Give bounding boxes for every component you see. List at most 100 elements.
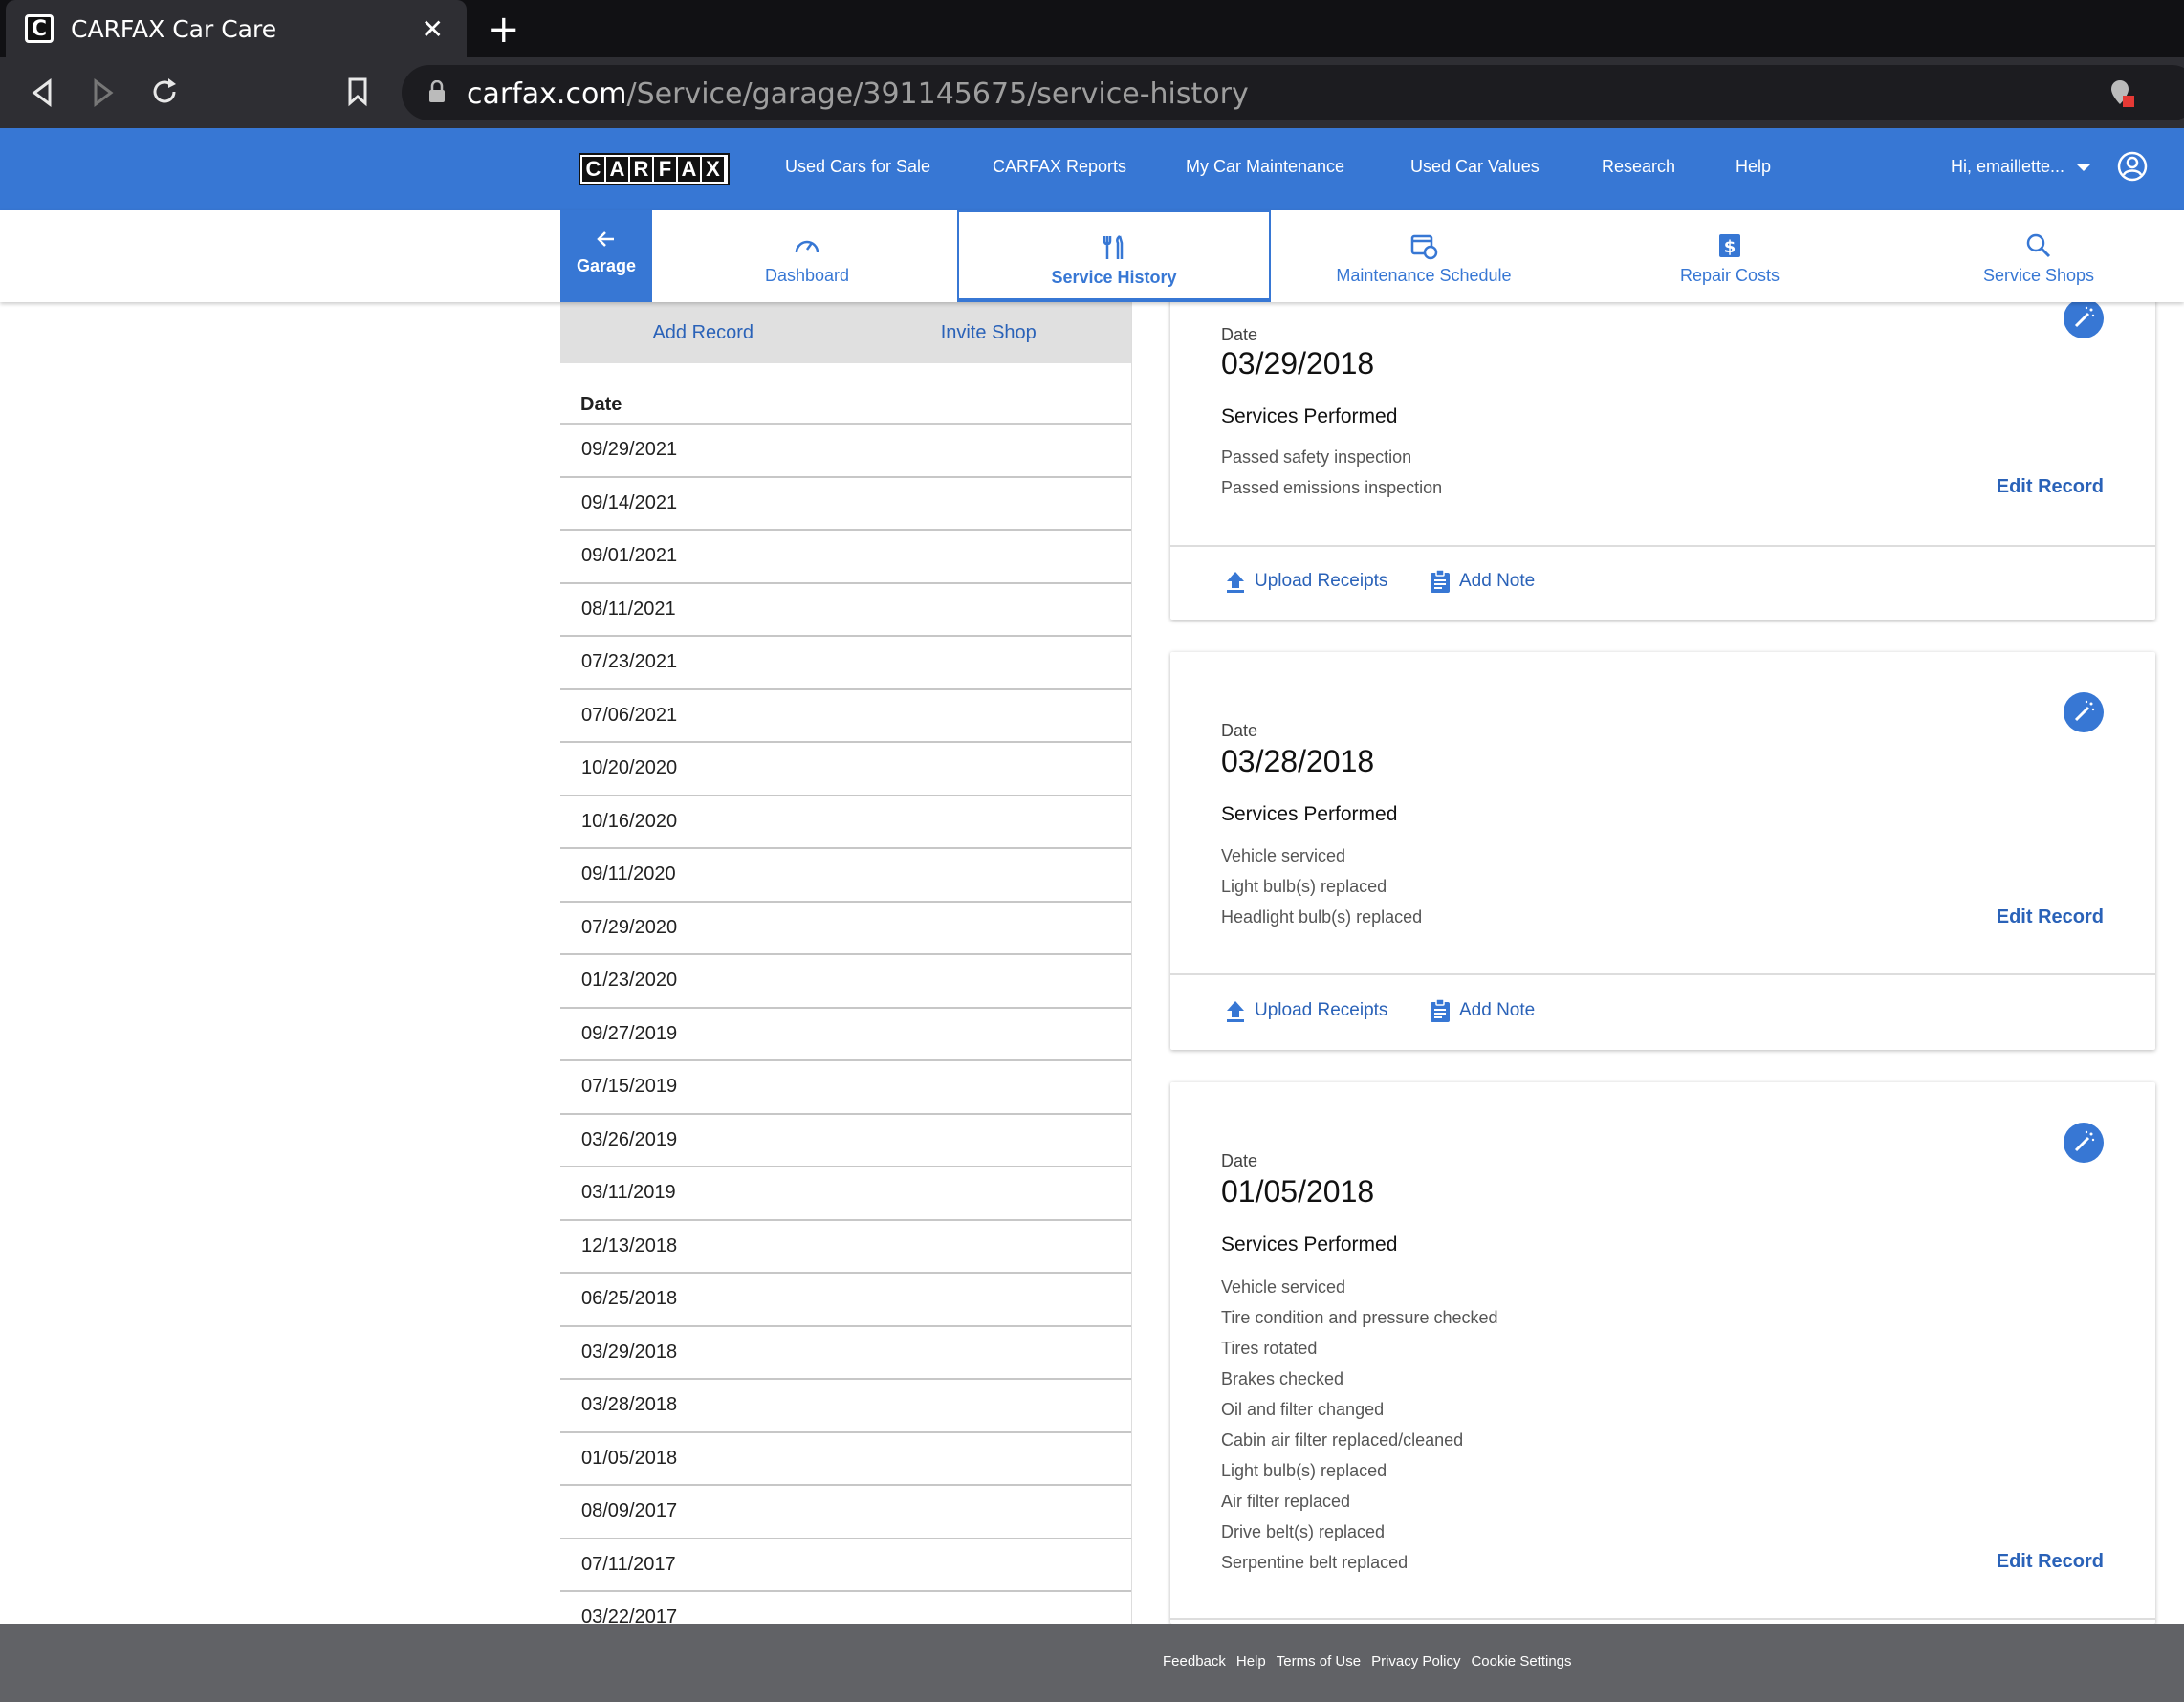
edit-record-link[interactable]: Edit Record bbox=[1997, 1551, 2104, 1573]
nav-used-cars[interactable]: Used Cars for Sale bbox=[785, 157, 930, 177]
date-list-item[interactable]: 07/23/2021 bbox=[560, 637, 1131, 690]
date-list-item[interactable]: 01/23/2020 bbox=[560, 955, 1131, 1009]
forward-icon[interactable] bbox=[92, 78, 115, 107]
date-list-item[interactable]: 08/11/2021 bbox=[560, 584, 1131, 637]
footer-help-link[interactable]: Help bbox=[1236, 1653, 1266, 1669]
dollar-icon: $ bbox=[1719, 234, 1740, 257]
date-list: 09/29/2021 09/14/2021 09/01/2021 08/11/2021… bbox=[560, 423, 1131, 1624]
svg-text:$: $ bbox=[1724, 237, 1736, 257]
chevron-down-icon[interactable] bbox=[2077, 164, 2090, 171]
card-divider bbox=[1170, 545, 2155, 547]
service-item: Light bulb(s) replaced bbox=[1221, 877, 1387, 896]
service-item: Headlight bulb(s) replaced bbox=[1221, 907, 1423, 927]
bookmark-icon[interactable] bbox=[346, 76, 371, 107]
record-actions: Add Record Invite Shop bbox=[560, 302, 1131, 363]
url-text: carfax.com/Service/garage/391145675/serv… bbox=[467, 77, 1249, 111]
tab-dashboard[interactable]: Dashboard bbox=[654, 210, 960, 302]
service-item: Passed emissions inspection bbox=[1221, 478, 1443, 497]
tab-maintenance-schedule[interactable]: Maintenance Schedule bbox=[1271, 210, 1577, 302]
upload-icon bbox=[1227, 572, 1244, 593]
add-record-button[interactable]: Add Record bbox=[560, 302, 846, 363]
add-note-link[interactable]: Add Note bbox=[1429, 998, 1535, 1023]
edit-record-link[interactable]: Edit Record bbox=[1997, 906, 2104, 928]
tab-close-icon[interactable]: ✕ bbox=[422, 13, 444, 45]
date-list-item[interactable]: 07/29/2020 bbox=[560, 903, 1131, 955]
service-item: Cabin air filter replaced/cleaned bbox=[1221, 1430, 1464, 1450]
nav-research[interactable]: Research bbox=[1602, 157, 1675, 177]
footer-privacy-link[interactable]: Privacy Policy bbox=[1371, 1653, 1460, 1669]
record-date: 03/28/2018 bbox=[1221, 744, 1375, 778]
reload-icon[interactable] bbox=[149, 76, 180, 107]
date-list-item[interactable]: 09/27/2019 bbox=[560, 1009, 1131, 1061]
date-list-item[interactable]: 10/20/2020 bbox=[560, 743, 1131, 796]
back-icon[interactable] bbox=[31, 78, 54, 107]
account-avatar-icon[interactable] bbox=[2117, 151, 2148, 182]
date-list-item[interactable]: 03/28/2018 bbox=[560, 1380, 1131, 1433]
carfax-header: CARFAX Used Cars for Sale CARFAX Reports… bbox=[0, 128, 2184, 210]
date-list-item[interactable]: 09/14/2021 bbox=[560, 478, 1131, 531]
invite-shop-button[interactable]: Invite Shop bbox=[846, 302, 1132, 363]
nav-used-car-values[interactable]: Used Car Values bbox=[1410, 157, 1540, 177]
new-tab-plus-icon[interactable]: + bbox=[488, 8, 520, 52]
date-list-item[interactable]: 03/11/2019 bbox=[560, 1167, 1131, 1221]
date-list-item[interactable]: 07/06/2021 bbox=[560, 690, 1131, 743]
date-list-item[interactable]: 10/16/2020 bbox=[560, 796, 1131, 849]
record-date: 03/29/2018 bbox=[1221, 346, 1375, 381]
nav-help[interactable]: Help bbox=[1736, 157, 1771, 177]
footer-cookie-settings-link[interactable]: Cookie Settings bbox=[1471, 1653, 1571, 1669]
date-list-item[interactable]: 01/05/2018 bbox=[560, 1433, 1131, 1486]
date-list-item[interactable]: 09/01/2021 bbox=[560, 531, 1131, 584]
edit-record-link[interactable]: Edit Record bbox=[1997, 476, 2104, 498]
location-blocked-icon[interactable] bbox=[2108, 78, 2136, 109]
record-date: 01/05/2018 bbox=[1221, 1174, 1375, 1209]
footer-feedback-link[interactable]: Feedback bbox=[1163, 1653, 1226, 1669]
garage-back-button[interactable]: Garage bbox=[560, 210, 652, 302]
service-item: Vehicle serviced bbox=[1221, 846, 1346, 865]
footer-terms-link[interactable]: Terms of Use bbox=[1277, 1653, 1361, 1669]
lock-icon bbox=[429, 80, 445, 102]
garage-subnav: Garage Dashboard Service History Mainten… bbox=[0, 210, 2184, 302]
service-item: Air filter replaced bbox=[1221, 1492, 1351, 1511]
date-list-item[interactable]: 03/22/2017 bbox=[560, 1592, 1131, 1624]
calendar-clock-icon bbox=[1410, 234, 1438, 260]
date-list-item[interactable]: 12/13/2018 bbox=[560, 1221, 1131, 1274]
page-footer: Feedback Help Terms of Use Privacy Polic… bbox=[0, 1624, 2184, 1702]
service-record-card: Date 01/05/2018 Services Performed Vehic… bbox=[1170, 1082, 2155, 1624]
card-divider bbox=[1170, 973, 2155, 975]
address-bar[interactable]: carfax.com/Service/garage/391145675/serv… bbox=[402, 65, 2184, 120]
nav-my-car-maintenance[interactable]: My Car Maintenance bbox=[1186, 157, 1344, 177]
magic-wand-icon[interactable] bbox=[2064, 298, 2104, 338]
carfax-logo[interactable]: CARFAX bbox=[579, 153, 730, 185]
service-item: Brakes checked bbox=[1221, 1369, 1344, 1388]
card-divider bbox=[1170, 1618, 2155, 1620]
tab-service-shops[interactable]: Service Shops bbox=[1883, 210, 2184, 302]
tab-repair-costs[interactable]: $ Repair Costs bbox=[1577, 210, 1883, 302]
date-list-item[interactable]: 09/29/2021 bbox=[560, 425, 1131, 478]
service-item: Light bulb(s) replaced bbox=[1221, 1461, 1387, 1480]
add-note-link[interactable]: Add Note bbox=[1429, 569, 1535, 594]
date-label: Date bbox=[1221, 325, 1258, 344]
nav-carfax-reports[interactable]: CARFAX Reports bbox=[993, 157, 1126, 177]
tab-service-history[interactable]: Service History bbox=[957, 210, 1271, 302]
date-list-item[interactable]: 03/29/2018 bbox=[560, 1327, 1131, 1380]
services-performed-title: Services Performed bbox=[1221, 405, 1398, 427]
magic-wand-icon[interactable] bbox=[2064, 692, 2104, 732]
date-label: Date bbox=[1221, 721, 1258, 740]
arrow-left-icon bbox=[597, 231, 614, 247]
browser-toolbar: carfax.com/Service/garage/391145675/serv… bbox=[0, 57, 2184, 128]
date-list-item[interactable]: 09/11/2020 bbox=[560, 849, 1131, 903]
upload-receipts-link[interactable]: Upload Receipts bbox=[1224, 569, 1387, 594]
browser-tab-bar: C CARFAX Car Care ✕ + bbox=[0, 0, 2184, 57]
services-performed-title: Services Performed bbox=[1221, 1233, 1398, 1255]
magic-wand-icon[interactable] bbox=[2064, 1123, 2104, 1163]
user-menu[interactable]: Hi, emaillette... bbox=[1951, 157, 2064, 177]
upload-receipts-link[interactable]: Upload Receipts bbox=[1224, 998, 1387, 1023]
date-list-item[interactable]: 07/11/2017 bbox=[560, 1539, 1131, 1592]
clipboard-icon bbox=[1431, 998, 1450, 1022]
date-list-item[interactable]: 07/15/2019 bbox=[560, 1061, 1131, 1115]
date-list-item[interactable]: 08/09/2017 bbox=[560, 1486, 1131, 1539]
browser-tab[interactable]: C CARFAX Car Care ✕ bbox=[6, 0, 467, 57]
date-list-item[interactable]: 06/25/2018 bbox=[560, 1274, 1131, 1327]
date-list-item[interactable]: 03/26/2019 bbox=[560, 1115, 1131, 1167]
upload-icon bbox=[1227, 1001, 1244, 1022]
